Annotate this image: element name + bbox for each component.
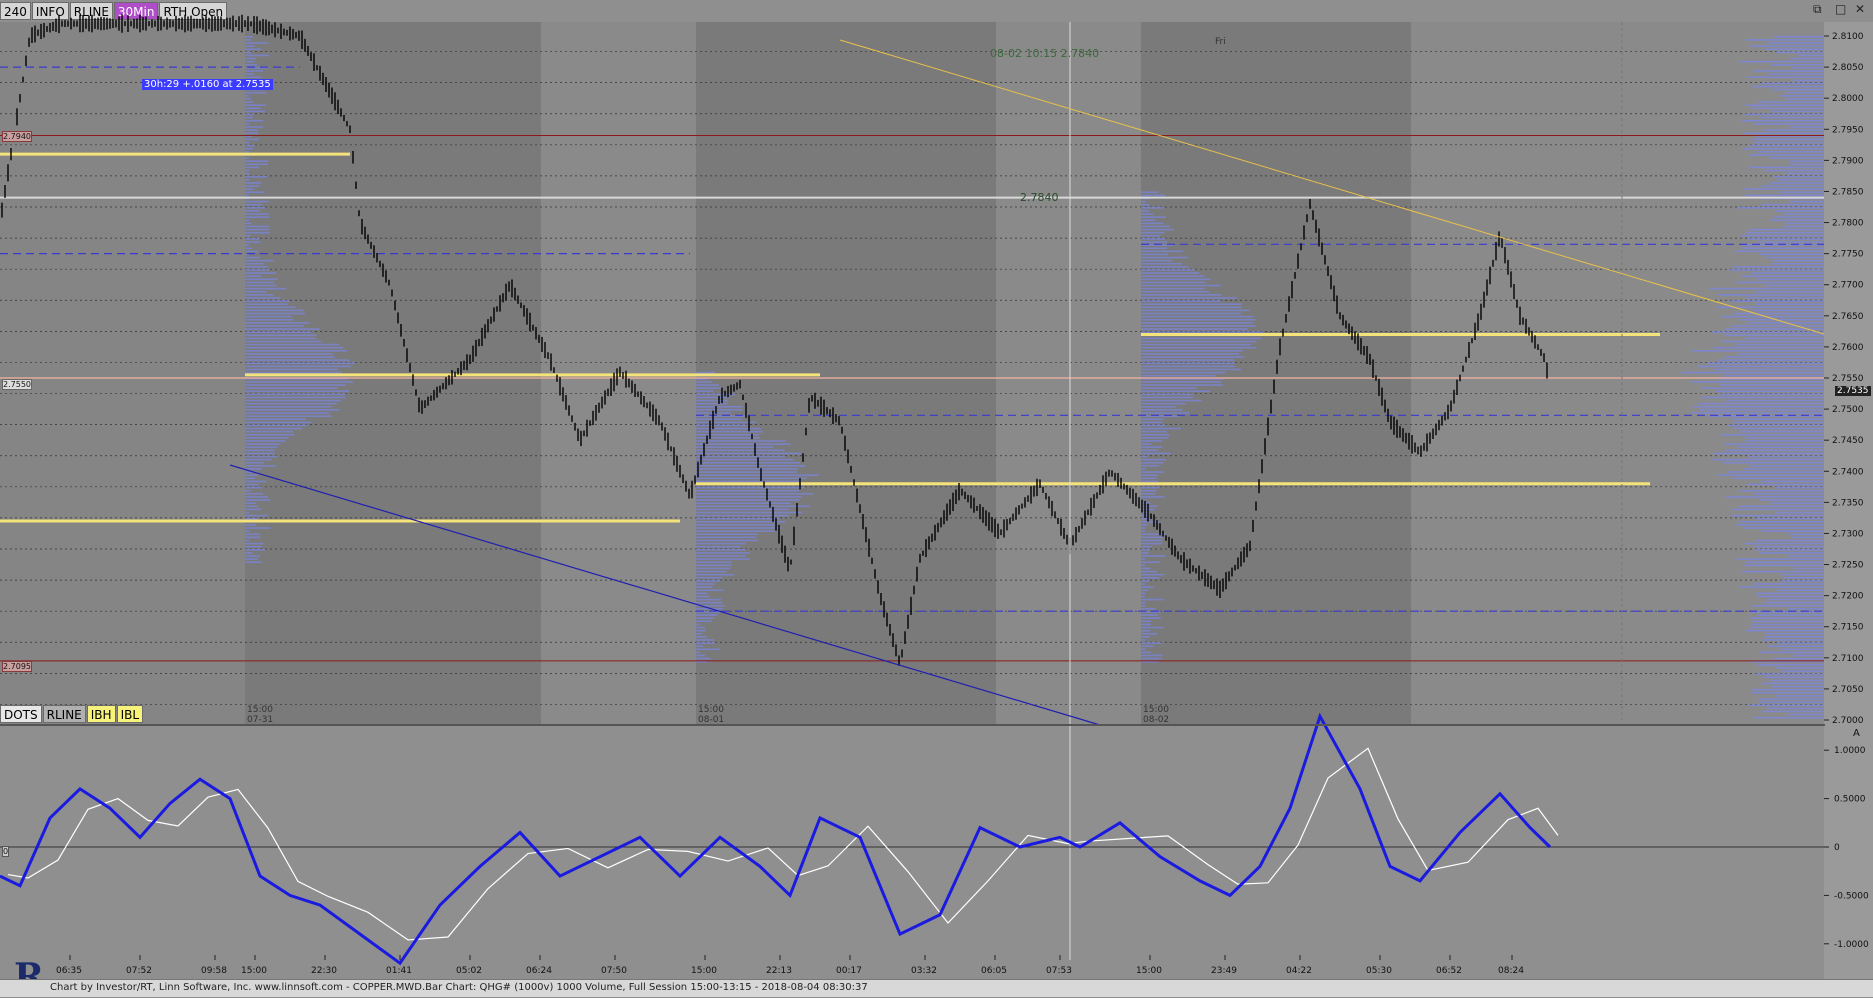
time-tick-label: 06:24 — [526, 966, 552, 976]
price-chart[interactable]: 1.0000 0.5000 0 -0.5000 -1.0000 2.8100 2.8050… — [0, 0, 1873, 980]
macd-tick-label: -0.5000 — [1834, 891, 1869, 901]
time-tick-label: 06:35 — [56, 966, 82, 976]
price-tick-label: 2.7800 — [1832, 219, 1864, 229]
bottom-button-rline[interactable]: RLINE — [42, 705, 86, 723]
price-tick-label: 2.7000 — [1832, 716, 1864, 726]
time-tick-label: 05:30 — [1366, 966, 1392, 976]
bottom-button-ibl[interactable]: IBL — [116, 705, 144, 723]
panel-separator[interactable] — [0, 724, 1825, 726]
price-tick-label: 2.7100 — [1832, 654, 1864, 664]
left-price-tag-1: 2.7940 — [2, 131, 32, 142]
current-price-tag: 2.7535 — [1835, 386, 1871, 396]
time-tick-label: 22:13 — [766, 966, 792, 976]
footer-text: Chart by Investor/RT, Linn Software, Inc… — [50, 982, 868, 993]
session-label: 15:00 — [698, 705, 724, 715]
bottom-button-dots[interactable]: DOTS — [0, 705, 42, 723]
info-tag: 30h:29 +.0160 at 2.7535 — [142, 79, 273, 90]
price-tick-label: 2.7850 — [1832, 187, 1864, 197]
left-price-tag-3: 2.7095 — [2, 661, 32, 672]
session-date-label: 08-01 — [698, 715, 725, 725]
macd-line — [0, 712, 1552, 966]
price-tick-label: 2.8100 — [1832, 32, 1864, 42]
price-tick-label: 2.8000 — [1832, 94, 1864, 104]
time-tick-label: 15:00 — [691, 966, 717, 976]
time-tick-label: 23:49 — [1211, 966, 1237, 976]
time-tick-label: 06:52 — [1436, 966, 1462, 976]
price-tick-label: 2.7400 — [1832, 467, 1864, 477]
bottom-toolbar: DOTS RLINE IBH IBL — [0, 705, 144, 723]
macd-tick-label: 0.5000 — [1834, 795, 1866, 805]
time-tick-label: 22:30 — [311, 966, 337, 976]
session-date-label: 08-02 — [1143, 715, 1170, 725]
price-tick-label: 2.7900 — [1832, 156, 1864, 166]
price-tick-label: 2.7450 — [1832, 436, 1864, 446]
session-date-label: 07-31 — [247, 715, 274, 725]
price-tick-label: 2.7650 — [1832, 312, 1864, 322]
time-tick-label: 00:17 — [836, 966, 862, 976]
time-tick-label: 15:00 — [241, 966, 267, 976]
time-tick-label: 05:02 — [456, 966, 482, 976]
macd-zero-tag: 0 — [2, 846, 10, 857]
cursor-readout: 08-02 10:15 2.7840 — [990, 47, 1100, 60]
macd-tick-label: 1.0000 — [1834, 746, 1866, 756]
price-tick-label: 2.7200 — [1832, 592, 1864, 602]
time-tick-label: 08:24 — [1498, 966, 1524, 976]
price-tick-label: 2.7950 — [1832, 125, 1864, 135]
price-tick-label: 2.7300 — [1832, 529, 1864, 539]
session-label: 15:00 — [247, 705, 273, 715]
bottom-button-ibh[interactable]: IBH — [86, 705, 116, 723]
time-tick-label: 04:22 — [1286, 966, 1312, 976]
time-tick-label: 03:32 — [911, 966, 937, 976]
level-label: 2.7840 — [1020, 191, 1059, 204]
session-label: 15:00 — [1143, 705, 1169, 715]
price-tick-label: 2.7250 — [1832, 561, 1864, 571]
price-tick-label: 2.7050 — [1832, 685, 1864, 695]
time-tick-label: 06:05 — [981, 966, 1007, 976]
time-tick-label: 15:00 — [1136, 966, 1162, 976]
day-label: Fri — [1215, 37, 1226, 47]
time-tick-label: 07:52 — [126, 966, 152, 976]
left-price-tag-2: 2.7550 — [2, 379, 32, 390]
price-tick-label: 2.7150 — [1832, 623, 1864, 633]
time-tick-label: 07:53 — [1046, 966, 1072, 976]
macd-tick-label: -1.0000 — [1834, 940, 1869, 950]
price-tick-label: 2.7500 — [1832, 405, 1864, 415]
time-tick-label: 01:41 — [386, 966, 412, 976]
price-tick-label: 2.7600 — [1832, 343, 1864, 353]
time-tick-label: 09:58 — [201, 966, 227, 976]
price-tick-label: 2.7700 — [1832, 281, 1864, 291]
macd-signal-line — [7, 747, 1559, 941]
auto-scale-button[interactable]: A — [1853, 728, 1860, 739]
price-tick-label: 2.7350 — [1832, 498, 1864, 508]
macd-tick-label: 0 — [1834, 843, 1840, 853]
time-tick-label: 07:50 — [601, 966, 627, 976]
price-tick-label: 2.8050 — [1832, 63, 1864, 73]
price-tick-label: 2.7550 — [1832, 374, 1864, 384]
status-footer: Chart by Investor/RT, Linn Software, Inc… — [0, 979, 1873, 997]
price-tick-label: 2.7750 — [1832, 250, 1864, 260]
